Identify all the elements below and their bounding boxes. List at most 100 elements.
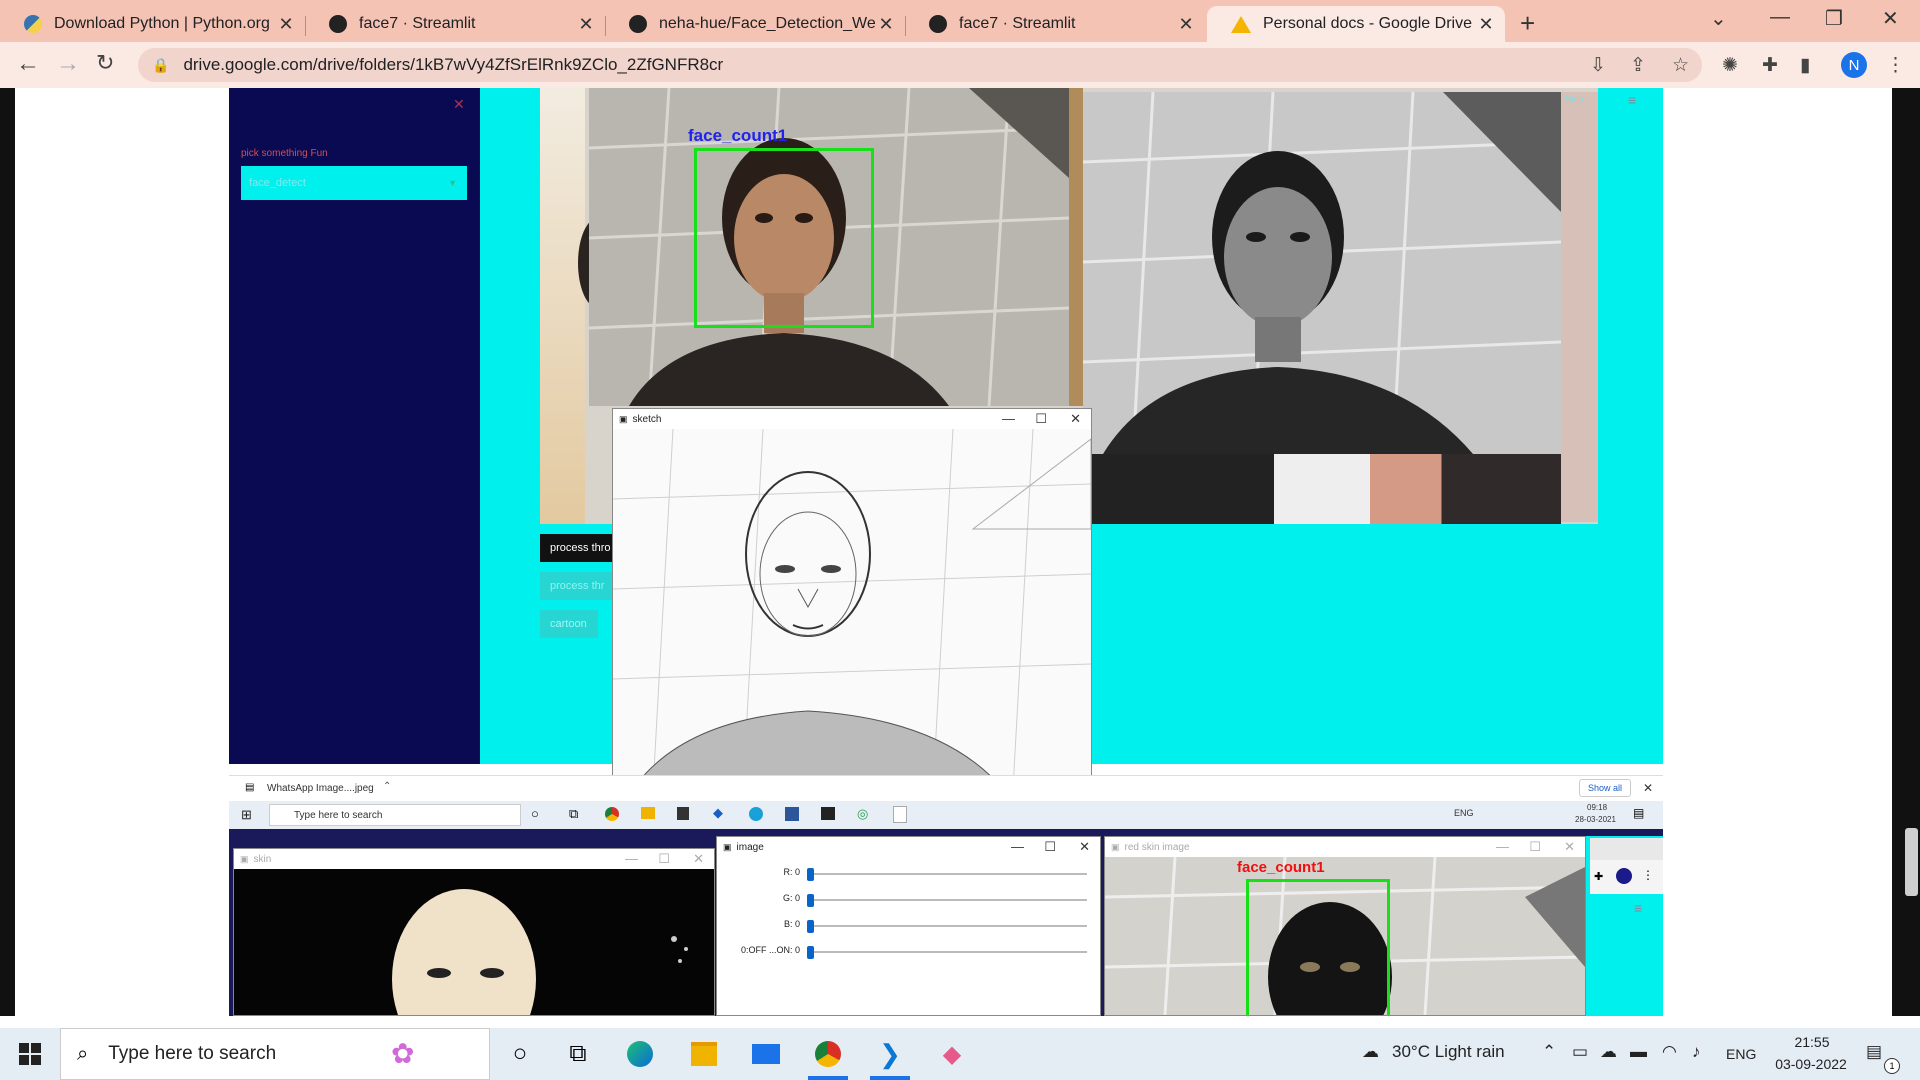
file-explorer-icon[interactable] <box>688 1038 720 1070</box>
red-skin-window: ▣ red skin image — ☐ ✕ face_count1 <box>1104 836 1586 1016</box>
vscode-icon[interactable]: ❯ <box>874 1038 906 1070</box>
extension-bug-icon[interactable]: ✺ <box>1722 54 1738 77</box>
cartoon-button[interactable]: cartoon <box>540 610 598 638</box>
close-button[interactable]: ✕ <box>693 851 704 867</box>
close-icon[interactable]: ✕ <box>1475 14 1497 35</box>
task-view-icon[interactable]: ⧉ <box>562 1038 594 1070</box>
trackbar-thumb[interactable] <box>807 920 814 933</box>
show-all-button[interactable]: Show all <box>1579 779 1632 797</box>
new-tab-button[interactable]: + <box>1520 8 1535 39</box>
close-icon[interactable]: ✕ <box>275 14 297 35</box>
tab-streamlit-2[interactable]: face7 · Streamlit ✕ <box>905 6 1205 42</box>
inner-date: 28-03-2021 <box>1575 815 1616 824</box>
grayscale-frame <box>1083 92 1561 454</box>
window-app-icon: ▣ <box>723 841 732 852</box>
tab-google-drive[interactable]: Personal docs - Google Drive ✕ <box>1207 6 1505 42</box>
restore-button[interactable]: ❐ <box>1825 6 1843 31</box>
window-titlebar <box>1590 838 1663 860</box>
mail-icon[interactable] <box>750 1038 782 1070</box>
hamburger-menu-icon[interactable]: ≡ <box>1628 92 1636 108</box>
back-button[interactable]: ← <box>16 50 40 78</box>
minimize-button[interactable]: — <box>1496 839 1509 854</box>
download-filename[interactable]: WhatsApp Image....jpeg <box>267 783 374 794</box>
edge-icon[interactable] <box>624 1038 656 1070</box>
vertical-scrollbar[interactable] <box>1905 828 1918 896</box>
trackbar-label: R: 0 <box>783 867 800 877</box>
process-through-2-button[interactable]: process thr <box>540 572 612 600</box>
stop-label[interactable]: Stop <box>1565 94 1584 104</box>
reload-button[interactable]: ↻ <box>96 50 114 76</box>
taskbar-search-box[interactable]: ⌕ Type here to search ✿ <box>60 1028 490 1080</box>
url-text: drive.google.com/drive/folders/1kB7wVy4Z… <box>183 55 724 74</box>
tab-python[interactable]: Download Python | Python.org ✕ <box>0 6 305 42</box>
minimize-button[interactable]: — <box>1770 6 1790 29</box>
forward-button[interactable]: → <box>56 50 80 78</box>
wifi-icon[interactable]: ◠ <box>1662 1042 1677 1062</box>
wall-below-frame <box>1083 454 1561 524</box>
onedrive-icon[interactable]: ☁ <box>1600 1042 1617 1062</box>
install-icon[interactable]: ⇩ <box>1590 54 1606 77</box>
maximize-button[interactable]: ☐ <box>658 851 670 867</box>
maximize-button[interactable]: ☐ <box>1035 411 1047 427</box>
close-button[interactable]: ✕ <box>1564 839 1575 855</box>
maximize-button[interactable]: ☐ <box>1044 839 1056 855</box>
trackbar-thumb[interactable] <box>807 946 814 959</box>
close-icon[interactable]: ✕ <box>575 14 597 35</box>
address-bar[interactable]: 🔒 drive.google.com/drive/folders/1kB7wVy… <box>138 48 1702 82</box>
trackbar-label: 0:OFF ...ON: 0 <box>740 945 800 955</box>
clock-date[interactable]: 03-09-2022 <box>1768 1056 1854 1072</box>
trackbar-track[interactable] <box>807 951 1087 953</box>
trackbar-track[interactable] <box>807 873 1087 875</box>
trackbar-track[interactable] <box>807 899 1087 901</box>
extensions-puzzle-icon[interactable]: ✚ <box>1762 54 1778 77</box>
close-window-button[interactable]: ✕ <box>1882 6 1899 31</box>
close-icon[interactable]: ✕ <box>453 96 465 113</box>
bookmark-star-icon[interactable]: ☆ <box>1672 54 1689 77</box>
close-button[interactable]: ✕ <box>1079 839 1090 855</box>
face-detection-box <box>694 148 874 328</box>
trackbar-label: B: 0 <box>783 919 800 929</box>
tab-title: face7 · Streamlit <box>959 15 1076 32</box>
tab-github[interactable]: neha-hue/Face_Detection_WebA ✕ <box>605 6 905 42</box>
close-icon[interactable]: ✕ <box>875 14 897 35</box>
battery-icon[interactable]: ▬ <box>1630 1042 1647 1062</box>
cortana-icon[interactable]: ○ <box>504 1038 536 1070</box>
minimize-button[interactable]: — <box>1011 839 1024 854</box>
language-indicator[interactable]: ENG <box>1726 1046 1756 1062</box>
skin-window: ▣ skin — ☐ ✕ <box>233 848 715 1016</box>
trackbar-thumb[interactable] <box>807 868 814 881</box>
tab-search-icon[interactable]: ⌄ <box>1710 6 1727 31</box>
close-icon[interactable]: ✕ <box>1643 781 1653 795</box>
share-icon[interactable]: ⇪ <box>1630 54 1646 77</box>
trackbar-label: G: 0 <box>782 893 800 903</box>
chevron-up-icon[interactable]: ⌃ <box>1542 1042 1556 1062</box>
side-panel-icon[interactable]: ▮ <box>1800 54 1810 77</box>
mode-select[interactable]: face_detect ▼ <box>241 166 467 200</box>
github-icon <box>629 15 647 33</box>
volume-icon[interactable]: ♪ <box>1692 1042 1701 1062</box>
windows-start-button[interactable] <box>14 1038 46 1070</box>
browser-toolbar: ← → ↻ 🔒 drive.google.com/drive/folders/1… <box>0 42 1920 88</box>
chrome-icon[interactable] <box>812 1038 844 1070</box>
trackbar-track[interactable] <box>807 925 1087 927</box>
notification-center-icon[interactable]: ▤ <box>1866 1042 1882 1062</box>
streamlit-icon <box>929 15 947 33</box>
app-diamond-icon[interactable]: ◆ <box>936 1038 968 1070</box>
close-button[interactable]: ✕ <box>1070 411 1081 427</box>
minimize-button[interactable]: — <box>1002 411 1015 426</box>
chevron-up-icon[interactable]: ⌃ <box>383 781 391 792</box>
menu-kebab-icon[interactable]: ⋮ <box>1886 54 1905 77</box>
minimize-button[interactable]: — <box>625 851 638 866</box>
weather-text[interactable]: 30°C Light rain <box>1392 1042 1505 1062</box>
maximize-button[interactable]: ☐ <box>1529 839 1541 855</box>
task-view-icon: ⧉ <box>569 806 579 821</box>
tab-streamlit-1[interactable]: face7 · Streamlit ✕ <box>305 6 605 42</box>
profile-avatar[interactable]: N <box>1841 52 1867 78</box>
clock-time[interactable]: 21:55 <box>1772 1034 1852 1050</box>
close-icon[interactable]: ✕ <box>1175 14 1197 35</box>
trackbar-thumb[interactable] <box>807 894 814 907</box>
weather-icon[interactable]: ☁ <box>1362 1042 1379 1062</box>
process-through-button[interactable]: process thro <box>540 534 620 562</box>
skin-image <box>234 869 714 1016</box>
network-device-icon[interactable]: ▭ <box>1572 1042 1588 1062</box>
